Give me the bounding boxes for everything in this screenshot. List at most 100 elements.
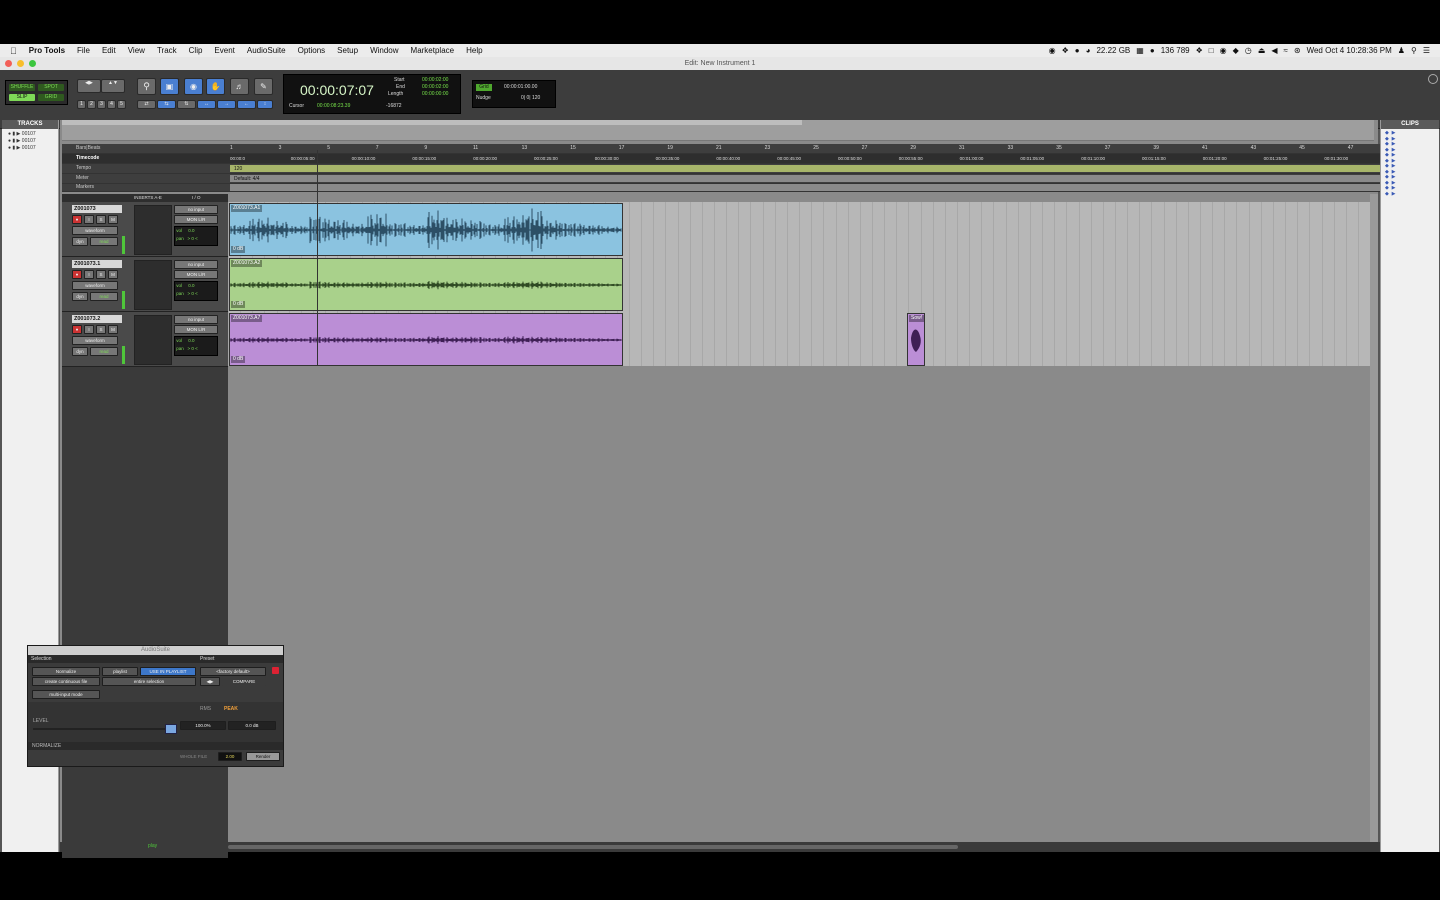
volume-icon[interactable]: ◀	[1271, 46, 1277, 55]
nudge-label[interactable]: Nudge	[476, 95, 491, 101]
user-icon[interactable]: ♟	[1398, 46, 1405, 55]
selection-mode-selector[interactable]: entire selection	[102, 677, 196, 686]
main-counter[interactable]: 00:00:07:07	[300, 82, 374, 98]
input-monitor-button[interactable]: I	[84, 215, 94, 224]
grid-mode-button[interactable]: GRID	[37, 93, 65, 102]
vertical-scrollbar[interactable]	[1370, 194, 1378, 842]
markers-ruler[interactable]: Markers	[62, 184, 1380, 192]
audio-clip[interactable]: Z001073.A1 0 dB	[229, 203, 623, 256]
length-value[interactable]: 00:00:00:00	[422, 91, 448, 97]
inserts-header[interactable]: INSERTS A-E	[134, 194, 162, 202]
grid-icon[interactable]: ❖	[1196, 46, 1203, 55]
menu-marketplace[interactable]: Marketplace	[405, 46, 461, 55]
status-count[interactable]: 136 789	[1161, 46, 1190, 55]
trim-tool-icon[interactable]: ▣	[160, 78, 179, 95]
wifi-icon[interactable]: ≈	[1283, 46, 1287, 55]
insertion-follows-icon[interactable]: →	[217, 100, 236, 109]
track-list-item[interactable]: ● ▮ ▶ 00107	[8, 145, 58, 152]
inserts-slots[interactable]	[134, 315, 172, 365]
info-icon[interactable]: ●	[1075, 46, 1080, 55]
spot-mode-button[interactable]: SPOT	[37, 83, 65, 92]
clip-gain[interactable]: 0 dB	[231, 246, 246, 253]
mute-button[interactable]: M	[108, 325, 118, 334]
window-icon[interactable]: □	[1209, 46, 1214, 55]
automation-mode[interactable]: read	[90, 347, 118, 356]
automation-mode[interactable]: read	[90, 292, 118, 301]
io-header[interactable]: I / O	[192, 194, 201, 202]
input-monitor-button[interactable]: I	[84, 325, 94, 334]
menubar-datetime[interactable]: Wed Oct 4 10:28:36 PM	[1307, 46, 1392, 55]
zoom-preset-2[interactable]: 2	[87, 100, 96, 109]
zoom-preset-4[interactable]: 4	[107, 100, 116, 109]
render-button[interactable]: Render	[246, 752, 280, 761]
eject-icon[interactable]: ⏏	[1258, 46, 1266, 55]
small-audio-clip[interactable]: Sow!	[907, 313, 925, 366]
apple-icon[interactable]: 	[0, 46, 23, 56]
track-view-selector[interactable]: waveform	[72, 226, 118, 235]
level-percent-field[interactable]: 100.0%	[180, 721, 226, 730]
input-selector[interactable]: no input	[174, 260, 218, 269]
close-icon[interactable]	[5, 60, 12, 67]
link-timeline-icon[interactable]: ⇆	[157, 100, 176, 109]
multi-input-mode-selector[interactable]: multi-input mode	[32, 690, 100, 699]
menu-help[interactable]: Help	[460, 46, 488, 55]
menu-file[interactable]: File	[71, 46, 96, 55]
playlist-selector[interactable]: playlist	[102, 667, 138, 676]
mute-button[interactable]: M	[108, 215, 118, 224]
clips-panel-header[interactable]: CLIPS	[1381, 120, 1439, 129]
zoom-in-button[interactable]: ▲▼	[101, 79, 125, 93]
menu-event[interactable]: Event	[208, 46, 240, 55]
vol-pan-display[interactable]: vol 0.0 pan > 0 <	[174, 336, 218, 356]
automation-mode[interactable]: read	[90, 237, 118, 246]
minimize-icon[interactable]	[17, 60, 24, 67]
vol-pan-display[interactable]: vol 0.0 pan > 0 <	[174, 226, 218, 246]
continuous-file-selector[interactable]: create continuous file	[32, 677, 100, 686]
menu-clip[interactable]: Clip	[183, 46, 209, 55]
spotlight-icon[interactable]: ⚲	[1411, 46, 1417, 55]
record-icon[interactable]: ◉	[1049, 46, 1056, 55]
bluetooth-icon[interactable]: ⊛	[1294, 46, 1301, 55]
zoom-preset-1[interactable]: 1	[77, 100, 86, 109]
menu-app-name[interactable]: Pro Tools	[23, 46, 71, 55]
nudge-value[interactable]: 0| 0| 120	[521, 95, 540, 101]
tracks-panel-header[interactable]: TRACKS	[2, 120, 58, 129]
grid-value[interactable]: 00:00:01:00.00	[504, 84, 537, 90]
dropbox-icon[interactable]: ❖	[1062, 46, 1069, 55]
bypass-icon[interactable]	[272, 667, 279, 674]
zoom-icon[interactable]	[29, 60, 36, 67]
track-name[interactable]: Z001073.2	[72, 315, 122, 323]
record-enable-button[interactable]: ●	[72, 215, 82, 224]
rms-button[interactable]: RMS	[200, 706, 211, 712]
universe-overview[interactable]	[62, 120, 1374, 141]
track-list-item[interactable]: ● ▮ ▶ 00107	[8, 131, 58, 138]
disk-space[interactable]: 22.22 GB	[1096, 46, 1130, 55]
record-enable-button[interactable]: ●	[72, 325, 82, 334]
zoom-preset-5[interactable]: 5	[117, 100, 126, 109]
menu-setup[interactable]: Setup	[331, 46, 364, 55]
eye-icon[interactable]: ◉	[1220, 46, 1227, 55]
solo-button[interactable]: S	[96, 215, 106, 224]
zoom-preset-3[interactable]: 3	[97, 100, 106, 109]
commands-focus-icon[interactable]: ↕	[257, 100, 273, 109]
meter-ruler[interactable]: Meter Default: 4/4	[62, 174, 1380, 184]
audio-clip[interactable]: Z001073.A7 0 dB	[229, 313, 623, 366]
clock-icon[interactable]: ◷	[1245, 46, 1252, 55]
use-in-playlist-button[interactable]: USE IN PLAYLIST	[140, 667, 196, 676]
solo-button[interactable]: S	[96, 270, 106, 279]
link-track-icon[interactable]: ⇅	[177, 100, 196, 109]
track-view-selector[interactable]: waveform	[72, 281, 118, 290]
menu-window[interactable]: Window	[364, 46, 404, 55]
tab-to-transient-icon[interactable]: ⇄	[137, 100, 156, 109]
keyboard-focus-icon[interactable]: ←	[237, 100, 256, 109]
compare-button[interactable]: COMPARE	[222, 677, 266, 686]
window-titlebar[interactable]: Edit: New Instrument 1	[0, 57, 1440, 70]
end-value[interactable]: 00:00:02:00	[422, 84, 448, 90]
mirror-midi-icon[interactable]: ↔	[197, 100, 216, 109]
inserts-slots[interactable]	[134, 260, 172, 310]
inserts-slots[interactable]	[134, 205, 172, 255]
grabber-tool-icon[interactable]: ✋	[206, 78, 225, 95]
notification-icon[interactable]: ☰	[1423, 46, 1430, 55]
audio-clip[interactable]: Z001073.A2 0 dB	[229, 258, 623, 311]
timecode-ruler[interactable]: Timecode 00:00:0 00:00:05:00 00:00:10:00 00…	[62, 154, 1380, 164]
zoom-out-button[interactable]: ◀▶	[77, 79, 101, 93]
